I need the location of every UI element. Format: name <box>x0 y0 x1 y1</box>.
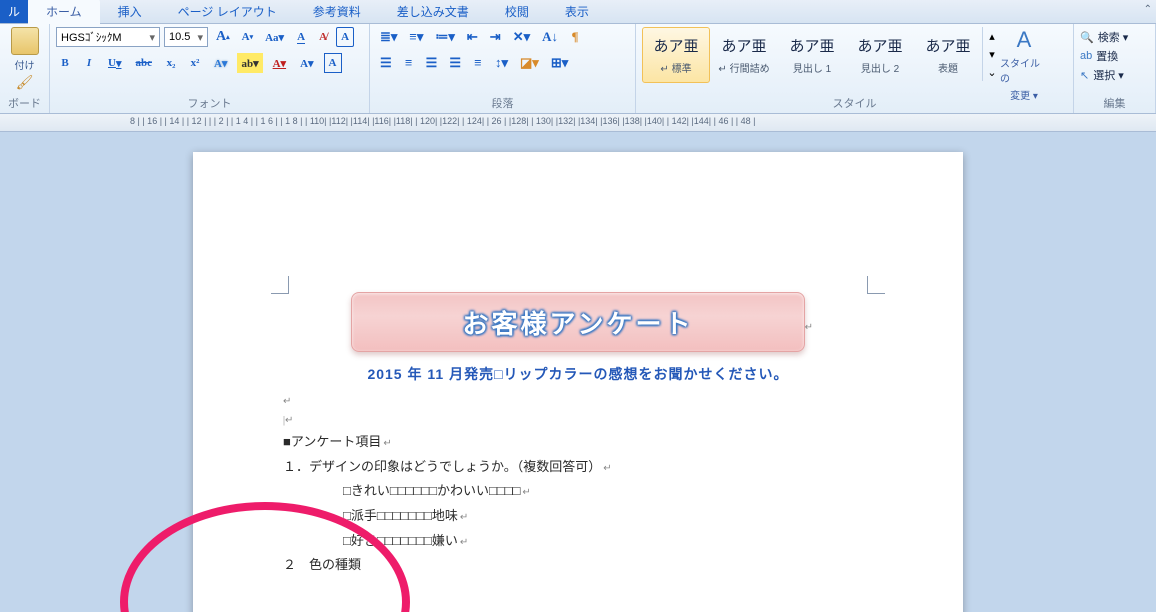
multilevel-button[interactable]: ≔▾ <box>431 27 459 47</box>
style-expand[interactable]: ⌄ <box>983 63 1001 81</box>
font-size-input[interactable]: 10.5▾ <box>164 27 208 47</box>
style-title[interactable]: あア亜 表題 <box>914 27 982 83</box>
paste-icon[interactable] <box>11 27 39 55</box>
group-label-edit: 編集 <box>1074 95 1155 111</box>
tab-home[interactable]: ホーム <box>28 0 100 24</box>
tab-mail[interactable]: 差し込み文書 <box>379 0 487 24</box>
italic-button[interactable]: I <box>80 53 98 73</box>
strike-button[interactable]: abc <box>131 53 156 73</box>
style-heading2[interactable]: あア亜 見出し 2 <box>846 27 914 83</box>
q1-opt-b: □派手□□□□□□□地味 <box>283 504 873 529</box>
align-right-button[interactable]: ☰ <box>422 53 442 73</box>
char-border-button[interactable]: A <box>324 53 342 73</box>
document-canvas[interactable]: お客様アンケート 2015 年 11 月発売□リップカラーの感想をお聞かせくださ… <box>0 132 1156 612</box>
group-styles: あア亜 ↵ 標準 あア亜 ↵ 行間詰め あア亜 見出し 1 あア亜 見出し 2 … <box>636 24 1074 113</box>
tab-file[interactable]: ル <box>0 0 28 23</box>
text-effect-button[interactable]: A▾ <box>210 53 231 73</box>
superscript-button[interactable]: x² <box>186 53 204 73</box>
select-button[interactable]: ↖選択 ▾ <box>1080 67 1149 83</box>
clear-format-button[interactable]: A̸ <box>314 27 332 47</box>
question-1: １．デザインの印象はどうでしょうか。（複数回答可） <box>283 455 873 480</box>
tab-layout[interactable]: ページ レイアウト <box>160 0 295 24</box>
ruler-marks: 8 | | 16 | | 14 | | 12 | | | 2 | | 1 4 |… <box>130 116 756 126</box>
format-painter-icon[interactable]: 🖌 <box>16 74 34 91</box>
align-center-button[interactable]: ≡ <box>400 53 418 73</box>
numbering-button[interactable]: ≡▾ <box>405 27 427 47</box>
subscript-button[interactable]: x₂ <box>162 53 180 73</box>
replace-icon: ab <box>1080 50 1092 62</box>
change-styles-button[interactable]: A スタイルの 変更 ▾ <box>1000 27 1048 102</box>
style-nospacing[interactable]: あア亜 ↵ 行間詰め <box>710 27 778 83</box>
style-scroll-up[interactable]: ▴ <box>983 27 1001 45</box>
document-body[interactable]: ↵ |↵ ■アンケート項目 １．デザインの印象はどうでしょうか。（複数回答可） … <box>283 392 873 578</box>
style-normal[interactable]: あア亜 ↵ 標準 <box>642 27 710 83</box>
group-label-para: 段落 <box>370 95 635 111</box>
grow-font-button[interactable]: A▴ <box>212 27 234 47</box>
section-header: ■アンケート項目 <box>283 430 873 455</box>
ribbon-minimize-icon[interactable]: ⌃ <box>1144 4 1152 15</box>
char-shade-button[interactable]: A▾ <box>296 53 317 73</box>
justify-button[interactable]: ☰ <box>445 53 465 73</box>
underline-button[interactable]: U▾ <box>104 53 125 73</box>
indent-inc-button[interactable]: ⇥ <box>486 27 505 47</box>
font-name-input[interactable]: HGSｺﾞｼｯｸM▾ <box>56 27 160 47</box>
font-color-button[interactable]: A▾ <box>269 53 290 73</box>
align-left-button[interactable]: ☰ <box>376 53 396 73</box>
question-2: ２ 色の種類 <box>283 553 873 578</box>
find-icon: 🔍 <box>1080 31 1094 44</box>
find-button[interactable]: 🔍検索 ▾ <box>1080 29 1149 45</box>
line-spacing-button[interactable]: ↕▾ <box>491 53 512 73</box>
subtitle-text: 2015 年 11 月発売□リップカラーの感想をお聞かせください。 <box>283 364 873 384</box>
bold-button[interactable]: B <box>56 53 74 73</box>
empty-para: ↵ <box>283 392 873 411</box>
shading-button[interactable]: ◪▾ <box>516 53 543 73</box>
distribute-button[interactable]: ≡ <box>469 53 487 73</box>
text-dir-button[interactable]: ✕▾ <box>509 27 534 47</box>
indent-dec-button[interactable]: ⇤ <box>463 27 482 47</box>
q1-opt-a: □きれい□□□□□□かわいい□□□□ <box>283 479 873 504</box>
show-marks-button[interactable]: ¶ <box>566 27 584 47</box>
replace-button[interactable]: ab置換 <box>1080 48 1149 64</box>
phonetic-button[interactable]: A <box>292 27 310 47</box>
group-label-styles: スタイル <box>636 95 1073 111</box>
paste-label: 付け <box>15 57 35 72</box>
page[interactable]: お客様アンケート 2015 年 11 月発売□リップカラーの感想をお聞かせくださ… <box>193 152 963 612</box>
group-paragraph: ≣▾ ≡▾ ≔▾ ⇤ ⇥ ✕▾ A↓ ¶ ☰ ≡ ☰ ☰ ≡ ↕▾ ◪▾ ⊞▾ … <box>370 24 636 113</box>
margin-corner-tl <box>271 276 289 294</box>
q1-opt-c: □好き□□□□□□□嫌い <box>283 529 873 554</box>
style-heading1[interactable]: あア亜 見出し 1 <box>778 27 846 83</box>
cursor-line: |↵ <box>283 411 873 430</box>
enclose-char-button[interactable]: A <box>336 27 354 47</box>
borders-button[interactable]: ⊞▾ <box>547 53 572 73</box>
select-icon: ↖ <box>1080 69 1089 82</box>
margin-corner-tr <box>867 276 885 294</box>
change-case-button[interactable]: Aa▾ <box>261 27 288 47</box>
group-font: HGSｺﾞｼｯｸM▾ 10.5▾ A▴ A▾ Aa▾ A A̸ A B I U▾… <box>50 24 370 113</box>
tab-view[interactable]: 表示 <box>547 0 607 24</box>
highlight-button[interactable]: ab▾ <box>237 53 262 73</box>
horizontal-ruler[interactable]: 8 | | 16 | | 14 | | 12 | | | 2 | | 1 4 |… <box>0 114 1156 132</box>
style-scroll-down[interactable]: ▾ <box>983 45 1001 63</box>
group-edit: 🔍検索 ▾ ab置換 ↖選択 ▾ 編集 <box>1074 24 1156 113</box>
group-clipboard: 付け 🖌 ボード <box>0 24 50 113</box>
shrink-font-button[interactable]: A▾ <box>238 27 257 47</box>
tab-insert[interactable]: 挿入 <box>100 0 160 24</box>
title-text: お客様アンケート <box>463 304 694 341</box>
group-label-clipboard: ボード <box>0 95 49 111</box>
sort-button[interactable]: A↓ <box>538 27 562 47</box>
tab-ref[interactable]: 参考資料 <box>295 0 379 24</box>
group-label-font: フォント <box>50 95 369 111</box>
bullets-button[interactable]: ≣▾ <box>376 27 401 47</box>
tab-review[interactable]: 校閲 <box>487 0 547 24</box>
title-shape[interactable]: お客様アンケート <box>351 292 805 352</box>
